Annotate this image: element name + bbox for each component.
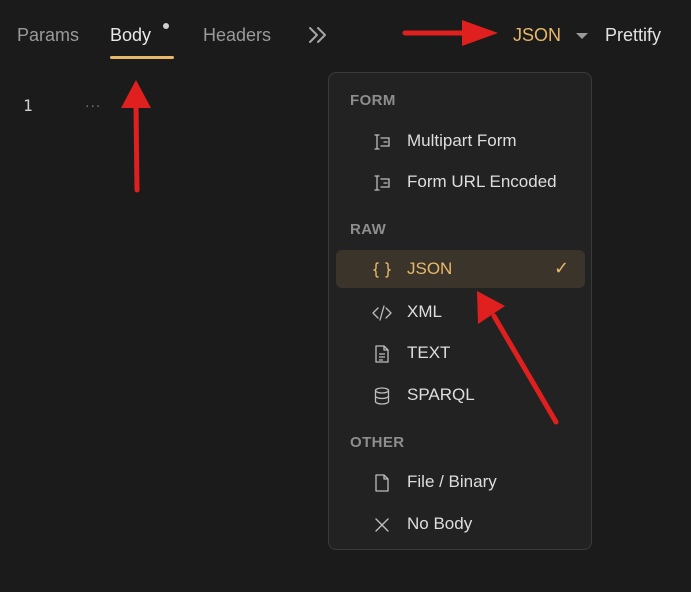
arrow-head-icon <box>462 20 498 46</box>
section-title-form: FORM <box>350 92 396 109</box>
menu-item-no-body[interactable]: No Body <box>336 505 585 543</box>
menu-item-file-binary[interactable]: File / Binary <box>336 463 585 501</box>
checkmark-icon: ✓ <box>554 258 570 278</box>
section-title-raw: RAW <box>350 221 387 238</box>
menu-item-label: TEXT <box>407 343 451 362</box>
chevrons-right-icon[interactable] <box>307 22 329 48</box>
menu-item-text[interactable]: TEXT <box>336 334 585 372</box>
arrow-head-icon <box>121 80 151 108</box>
x-icon <box>372 515 392 535</box>
menu-item-xml[interactable]: XML <box>336 293 585 331</box>
prettify-button[interactable]: Prettify <box>605 24 661 46</box>
active-tab-indicator <box>110 56 174 59</box>
body-modified-dot-icon <box>163 23 169 29</box>
text-cursor-box-icon <box>372 173 392 193</box>
body-type-selector[interactable]: JSON <box>513 24 561 46</box>
text-cursor-box-icon <box>372 132 392 152</box>
document-icon <box>372 344 392 364</box>
menu-item-label: XML <box>407 302 442 321</box>
body-type-dropdown-menu: FORM Multipart Form Form URL Encoded RAW… <box>328 72 592 550</box>
arrow-to-body-tab <box>133 102 140 193</box>
menu-item-multipart-form[interactable]: Multipart Form <box>336 122 585 160</box>
file-icon <box>372 473 392 493</box>
editor-placeholder: ... <box>85 94 102 111</box>
code-icon <box>372 303 392 323</box>
menu-item-label: SPARQL <box>407 385 475 404</box>
section-title-other: OTHER <box>350 434 405 451</box>
menu-item-form-url-encoded[interactable]: Form URL Encoded <box>336 163 585 201</box>
curly-braces-icon <box>372 260 392 280</box>
tab-headers[interactable]: Headers <box>203 24 271 46</box>
menu-item-label: File / Binary <box>407 472 497 491</box>
menu-item-label: Multipart Form <box>407 131 517 150</box>
tab-params[interactable]: Params <box>17 24 79 46</box>
menu-item-sparql[interactable]: SPARQL <box>336 376 585 414</box>
menu-item-label: JSON <box>407 259 453 278</box>
database-icon <box>372 386 392 406</box>
menu-item-label: Form URL Encoded <box>407 172 557 191</box>
line-number: 1 <box>23 96 33 115</box>
menu-item-label: No Body <box>407 514 473 533</box>
chevron-down-icon[interactable] <box>576 33 588 39</box>
tab-body[interactable]: Body <box>110 24 151 46</box>
menu-item-json[interactable]: JSON ✓ <box>336 250 585 288</box>
